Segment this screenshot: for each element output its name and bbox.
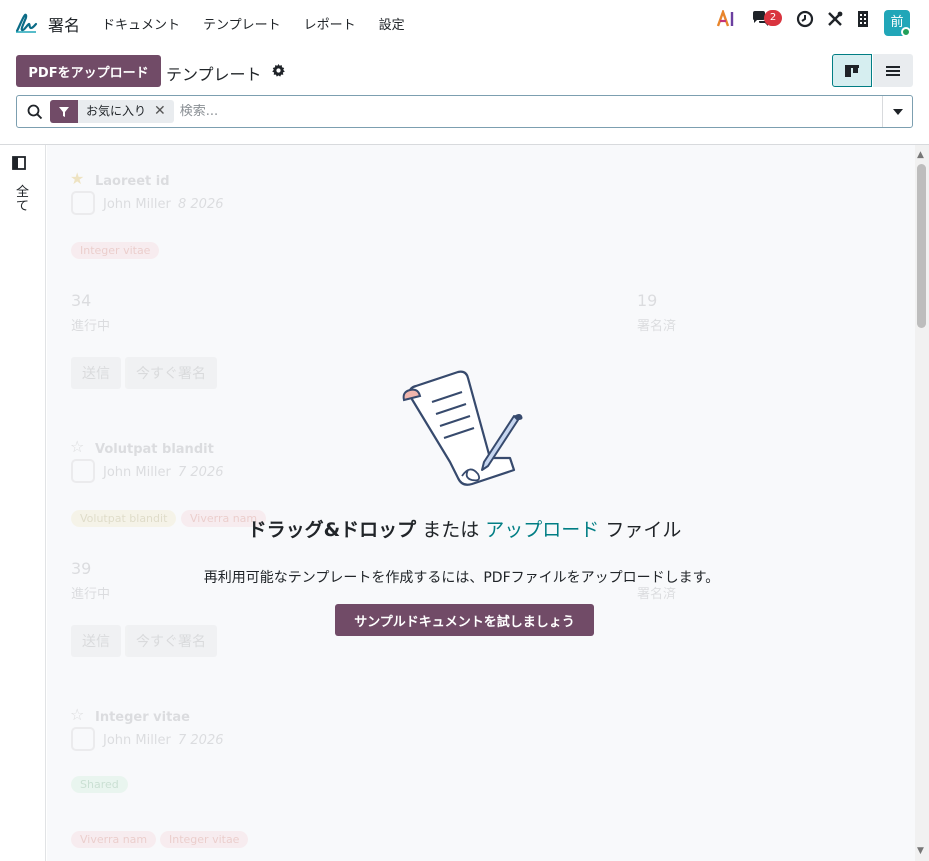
clock-icon[interactable] bbox=[796, 10, 814, 28]
empty-state-description: 再利用可能なテンプレートを作成するには、PDFファイルをアップロードします。 bbox=[203, 570, 720, 586]
kanban-view-button[interactable] bbox=[832, 54, 872, 87]
ghost-sign-now-button: 今すぐ署名 bbox=[125, 625, 217, 657]
menu-item-documents[interactable]: ドキュメント bbox=[102, 14, 180, 33]
presence-indicator bbox=[901, 27, 911, 37]
ghost-owner: John Miller bbox=[103, 733, 171, 748]
scrollbar-thumb[interactable] bbox=[917, 164, 926, 328]
tools-icon[interactable] bbox=[826, 10, 844, 28]
menu-item-reports[interactable]: レポート bbox=[304, 14, 356, 33]
upload-link[interactable]: アップロード bbox=[485, 519, 599, 541]
app-name[interactable]: 署名 bbox=[48, 12, 80, 36]
search-input[interactable] bbox=[179, 104, 860, 119]
kanban-view-icon bbox=[845, 64, 859, 77]
sidebar-toggle-icon[interactable] bbox=[12, 156, 26, 170]
ghost-owner-avatar bbox=[71, 191, 95, 215]
try-sample-document-button[interactable]: サンプルドキュメントを試しましょう bbox=[335, 604, 594, 636]
ghost-card-title: Volutpat blandit bbox=[95, 442, 214, 457]
ghost-date: 7 2026 bbox=[178, 733, 224, 748]
ghost-card-title: Integer vitae bbox=[95, 710, 190, 725]
ghost-owner-avatar bbox=[71, 727, 95, 751]
ghost-date: 7 2026 bbox=[178, 465, 224, 480]
ghost-tag: Integer vitae bbox=[160, 831, 249, 848]
favorite-star-icon: ☆ bbox=[70, 705, 85, 724]
kanban-area: ★ Laoreet id John Miller 8 2026 Integer … bbox=[47, 145, 915, 861]
favorite-star-icon: ★ bbox=[70, 169, 85, 188]
menu-item-templates[interactable]: テンプレート bbox=[203, 14, 281, 33]
gear-icon[interactable] bbox=[272, 64, 285, 77]
search-bar: お気に入り ✕ bbox=[16, 95, 913, 128]
document-sign-illustration bbox=[402, 370, 523, 486]
sidebar-item-all[interactable]: 全て bbox=[16, 186, 30, 214]
menu-item-settings[interactable]: 設定 bbox=[379, 14, 405, 33]
view-switcher bbox=[832, 54, 913, 87]
ghost-card-title: Laoreet id bbox=[95, 174, 170, 189]
ghost-owner: John Miller bbox=[103, 197, 171, 212]
ghost-signed-label: 署名済 bbox=[637, 319, 677, 334]
search-icon[interactable] bbox=[26, 103, 44, 121]
ghost-send-button: 送信 bbox=[71, 357, 121, 389]
ghost-date: 8 2026 bbox=[178, 197, 224, 212]
ghost-in-progress-count: 34 bbox=[71, 291, 92, 310]
caret-down-icon[interactable] bbox=[882, 96, 912, 127]
ghost-tag: Shared bbox=[71, 776, 128, 793]
empty-state-title: ドラッグ&ドロップ または アップロード ファイル bbox=[0, 515, 929, 542]
drag-drop-text: ドラッグ&ドロップ bbox=[247, 519, 417, 541]
list-view-button[interactable] bbox=[873, 54, 913, 87]
list-view-icon bbox=[886, 65, 900, 76]
sign-logo-icon[interactable] bbox=[14, 11, 38, 35]
ghost-owner: John Miller bbox=[103, 465, 171, 480]
ghost-in-progress-label: 進行中 bbox=[71, 319, 111, 334]
favorites-filter-facet: お気に入り ✕ bbox=[50, 100, 174, 123]
side-panel bbox=[0, 145, 46, 861]
ghost-tag: Viverra nam bbox=[71, 831, 157, 848]
or-text: または bbox=[422, 519, 480, 541]
favorite-star-icon: ☆ bbox=[70, 437, 85, 456]
close-icon[interactable]: ✕ bbox=[154, 100, 174, 123]
main-menu: ドキュメント テンプレート レポート 設定 bbox=[102, 14, 428, 33]
ai-icon[interactable] bbox=[716, 10, 736, 28]
scroll-up-arrow-icon[interactable]: ▲ bbox=[917, 150, 924, 160]
scroll-down-arrow-icon[interactable]: ▼ bbox=[917, 846, 924, 856]
facet-label: お気に入り bbox=[86, 104, 147, 118]
upload-pdf-button[interactable]: PDFをアップロード bbox=[16, 55, 161, 87]
chat-count-badge: 2 bbox=[764, 10, 782, 26]
building-icon[interactable] bbox=[856, 10, 870, 28]
filter-icon bbox=[50, 100, 78, 123]
ghost-send-button: 送信 bbox=[71, 625, 121, 657]
page-title: テンプレート bbox=[166, 65, 262, 84]
ghost-sign-now-button: 今すぐ署名 bbox=[125, 357, 217, 389]
ghost-signed-count: 19 bbox=[637, 291, 658, 310]
file-text: ファイル bbox=[605, 519, 682, 541]
ghost-tag: Integer vitae bbox=[71, 242, 160, 259]
top-navbar: 署名 ドキュメント テンプレート レポート 設定 2 前 bbox=[0, 0, 929, 46]
ghost-owner-avatar bbox=[71, 459, 95, 483]
